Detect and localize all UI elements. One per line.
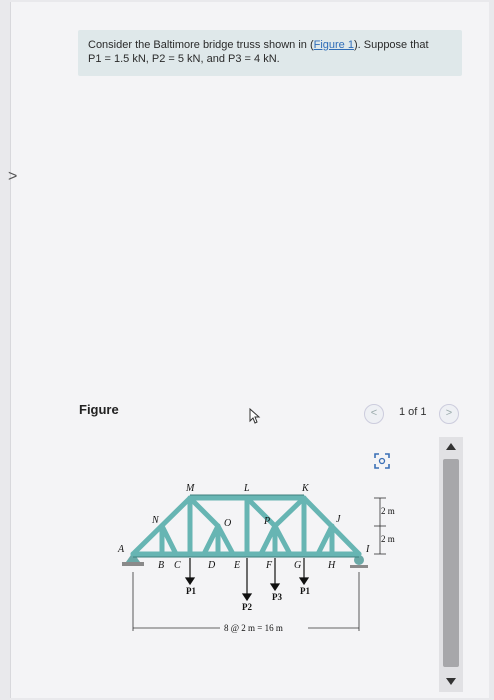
question-line2: P1 = 1.5 kN, P2 = 5 kN, and P3 = 4 kN. xyxy=(88,53,280,65)
load-label-p1-right: P1 xyxy=(300,586,310,596)
figure-scrollbar[interactable] xyxy=(439,437,463,692)
question-line1-suffix: ). Suppose that xyxy=(353,39,429,51)
joint-label-k: K xyxy=(301,483,310,494)
truss-diagram: A B C D E F G H I M L K N O P J P1 P2 P3… xyxy=(117,483,395,633)
scroll-thumb[interactable] xyxy=(443,459,459,667)
joint-label-i: I xyxy=(365,544,370,555)
joint-label-o: O xyxy=(224,518,231,529)
figure-link[interactable]: Figure 1 xyxy=(314,39,354,51)
question-line1-prefix: Consider the Baltimore bridge truss show… xyxy=(88,39,314,51)
load-label-p3: P3 xyxy=(272,592,282,602)
joint-label-f: F xyxy=(265,560,273,571)
joint-label-p: P xyxy=(263,516,270,527)
height-dimension-label-upper: 2 m xyxy=(381,506,395,516)
scroll-down-icon[interactable] xyxy=(446,678,456,685)
height-dimension-label-lower: 2 m xyxy=(381,534,395,544)
support-base xyxy=(122,562,144,566)
joint-label-g: G xyxy=(294,560,301,571)
next-figure-button[interactable]: > xyxy=(439,404,459,424)
question-text: Consider the Baltimore bridge truss show… xyxy=(88,38,458,66)
scroll-up-icon[interactable] xyxy=(446,443,456,450)
joint-label-a: A xyxy=(117,544,125,555)
load-arrows xyxy=(184,558,310,602)
load-label-p1-left: P1 xyxy=(186,586,196,596)
joint-label-c: C xyxy=(174,560,181,571)
figure-pager-text: 1 of 1 xyxy=(399,406,427,418)
collapse-arrow-icon[interactable]: > xyxy=(8,168,17,186)
cursor-icon xyxy=(249,407,261,424)
joint-label-b: B xyxy=(158,560,164,571)
joint-label-l: L xyxy=(243,483,250,494)
span-dimension-label: 8 @ 2 m = 16 m xyxy=(224,623,283,633)
joint-label-d: D xyxy=(207,560,216,571)
joint-label-n: N xyxy=(151,515,160,526)
figure-label: Figure xyxy=(79,402,119,417)
joint-label-m: M xyxy=(185,483,195,494)
dimension-labels: 8 @ 2 m = 16 m 2 m 2 m xyxy=(224,506,395,633)
roller-base xyxy=(350,565,368,568)
expand-icon[interactable] xyxy=(372,451,392,471)
joint-label-e: E xyxy=(233,560,240,571)
joint-label-h: H xyxy=(327,560,336,571)
load-label-p2: P2 xyxy=(242,602,252,612)
truss-members xyxy=(130,495,362,557)
question-box: Consider the Baltimore bridge truss show… xyxy=(78,30,462,76)
previous-figure-button[interactable]: < xyxy=(364,404,384,424)
joint-label-j: J xyxy=(336,514,341,525)
